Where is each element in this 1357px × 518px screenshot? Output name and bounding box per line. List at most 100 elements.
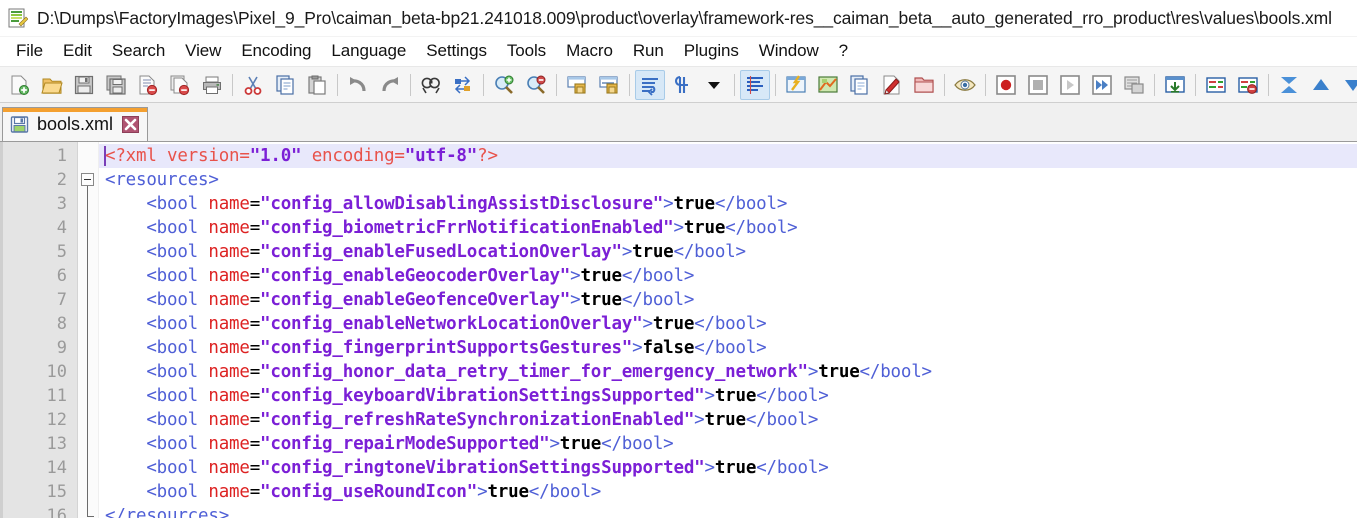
code-line[interactable]: <bool name="config_enableGeocoderOverlay… [99, 264, 1357, 288]
token-tagdim: </bool> [621, 290, 695, 310]
macro-save-icon[interactable] [1119, 70, 1149, 100]
token-tagdim: > [477, 482, 488, 502]
code-line[interactable]: <bool name="config_repairModeSupported">… [99, 432, 1357, 456]
menu-item-tools[interactable]: Tools [497, 40, 556, 63]
show-map-icon[interactable] [813, 70, 843, 100]
ui-dialog-icon[interactable] [781, 70, 811, 100]
token-plain: = [249, 434, 261, 454]
token-tagdim: <bool [146, 362, 209, 382]
token-plain: = [249, 410, 261, 430]
code-line[interactable]: <bool name="config_enableNetworkLocation… [99, 312, 1357, 336]
copy-icon[interactable] [270, 70, 300, 100]
editor-area[interactable]: 1 2 3 4 5 6 7 8 9 10 11 12 13 14 15 16 <?xml version="1… [0, 142, 1357, 518]
token-str: "config_biometricFrrNotificationEnabled" [260, 218, 674, 238]
zoom-out-icon[interactable] [521, 70, 551, 100]
menu-item-language[interactable]: Language [321, 40, 416, 63]
code-line[interactable]: <bool name="config_enableFusedLocationOv… [99, 240, 1357, 264]
document-preview-eye-icon[interactable] [950, 70, 980, 100]
code-line[interactable]: <bool name="config_ringtoneVibrationSett… [99, 456, 1357, 480]
code-line[interactable]: </resources> [99, 504, 1357, 518]
menu-item-run[interactable]: Run [623, 40, 674, 63]
token-pi: version= [167, 146, 250, 166]
code-line[interactable]: <?xml version="1.0" encoding="utf-8"?> [99, 144, 1357, 168]
save-icon[interactable] [69, 70, 99, 100]
clone-document-icon[interactable] [845, 70, 875, 100]
find-icon[interactable] [416, 70, 446, 100]
sync-horizontal-scroll-icon[interactable] [594, 70, 624, 100]
menu-item-file[interactable]: File [6, 40, 53, 63]
token-tagdim: <bool [146, 218, 209, 238]
token-str: "config_repairModeSupported" [260, 434, 550, 454]
word-wrap-icon[interactable] [635, 69, 665, 100]
collapse-all-icon[interactable] [1274, 70, 1304, 100]
menu-item-edit[interactable]: Edit [53, 40, 102, 63]
paste-icon[interactable] [302, 70, 332, 100]
token-attr: name [208, 338, 250, 358]
line-number: 14 [46, 458, 67, 478]
redo-icon[interactable] [375, 70, 405, 100]
code-line[interactable]: <bool name="config_refreshRateSynchroniz… [99, 408, 1357, 432]
code-line[interactable]: <bool name="config_honor_data_retry_time… [99, 360, 1357, 384]
notepad-plus-plus-window: D:\Dumps\FactoryImages\Pixel_9_Pro\caima… [0, 0, 1357, 518]
menu-item-window[interactable]: Window [749, 40, 829, 63]
fold-row [78, 214, 98, 238]
close-all-files-icon[interactable] [165, 70, 195, 100]
token-tagdim: > [570, 290, 581, 310]
zoom-in-icon[interactable] [489, 70, 519, 100]
open-folder-icon[interactable] [37, 70, 67, 100]
tab-settings-icon[interactable] [1201, 70, 1231, 100]
token-val: true [487, 482, 529, 502]
close-tab-icon[interactable] [122, 116, 140, 133]
token-val: true [632, 242, 674, 262]
menu-item-settings[interactable]: Settings [416, 40, 497, 63]
line-number: 16 [46, 506, 67, 518]
macro-record-pen-icon[interactable] [877, 70, 907, 100]
code-line[interactable]: <bool name="config_allowDisablingAssistD… [99, 192, 1357, 216]
macro-stop-icon[interactable] [1023, 70, 1053, 100]
line-number: 13 [46, 434, 67, 454]
undo-icon[interactable] [343, 70, 373, 100]
code-line[interactable]: <bool name="config_enableGeofenceOverlay… [99, 288, 1357, 312]
code-line[interactable]: <bool name="config_useRoundIcon">true</b… [99, 480, 1357, 504]
token-tagdim: > [807, 362, 819, 382]
tab-bools-xml[interactable]: bools.xml [2, 107, 149, 141]
menu-bar: File Edit Search View Encoding Language Settin… [0, 37, 1357, 66]
token-plain: = [249, 266, 261, 286]
line-number: 4 [56, 218, 67, 238]
menu-item-[interactable]: ? [829, 40, 858, 63]
fold-toggle-icon[interactable] [81, 173, 94, 186]
code-line[interactable]: <resources> [99, 168, 1357, 192]
replace-icon[interactable] [448, 70, 478, 100]
chevron-down-icon[interactable] [699, 70, 729, 100]
close-file-icon[interactable] [133, 70, 163, 100]
tab-remove-icon[interactable] [1233, 70, 1263, 100]
menu-item-view[interactable]: View [175, 40, 231, 63]
menu-item-plugins[interactable]: Plugins [674, 40, 749, 63]
code-content[interactable]: <?xml version="1.0" encoding="utf-8"?> <r… [99, 142, 1357, 518]
macro-playback-icon[interactable] [1055, 70, 1085, 100]
macro-record-icon[interactable] [991, 70, 1021, 100]
print-icon[interactable] [197, 70, 227, 100]
token-tagdim: > [570, 266, 581, 286]
token-plain: = [249, 362, 261, 382]
run-icon[interactable] [1160, 70, 1190, 100]
folder-workspace-icon[interactable] [909, 70, 939, 100]
code-folding-margin[interactable] [78, 142, 99, 518]
new-file-icon[interactable] [5, 70, 35, 100]
indent-guideline-icon[interactable] [740, 69, 770, 100]
show-all-characters-icon[interactable] [667, 70, 697, 100]
fold-up-icon[interactable] [1306, 70, 1336, 100]
macro-fast-playback-icon[interactable] [1087, 70, 1117, 100]
code-line[interactable]: <bool name="config_biometricFrrNotificat… [99, 216, 1357, 240]
menu-item-search[interactable]: Search [102, 40, 175, 63]
token-attr: name [208, 386, 250, 406]
code-line[interactable]: <bool name="config_fingerprintSupportsGe… [99, 336, 1357, 360]
save-all-icon[interactable] [101, 70, 131, 100]
menu-item-macro[interactable]: Macro [556, 40, 623, 63]
code-line[interactable]: <bool name="config_keyboardVibrationSett… [99, 384, 1357, 408]
menu-item-encoding[interactable]: Encoding [231, 40, 321, 63]
unfold-down-icon[interactable] [1338, 70, 1357, 100]
sync-vertical-scroll-icon[interactable] [562, 70, 592, 100]
cut-icon[interactable] [238, 70, 268, 100]
